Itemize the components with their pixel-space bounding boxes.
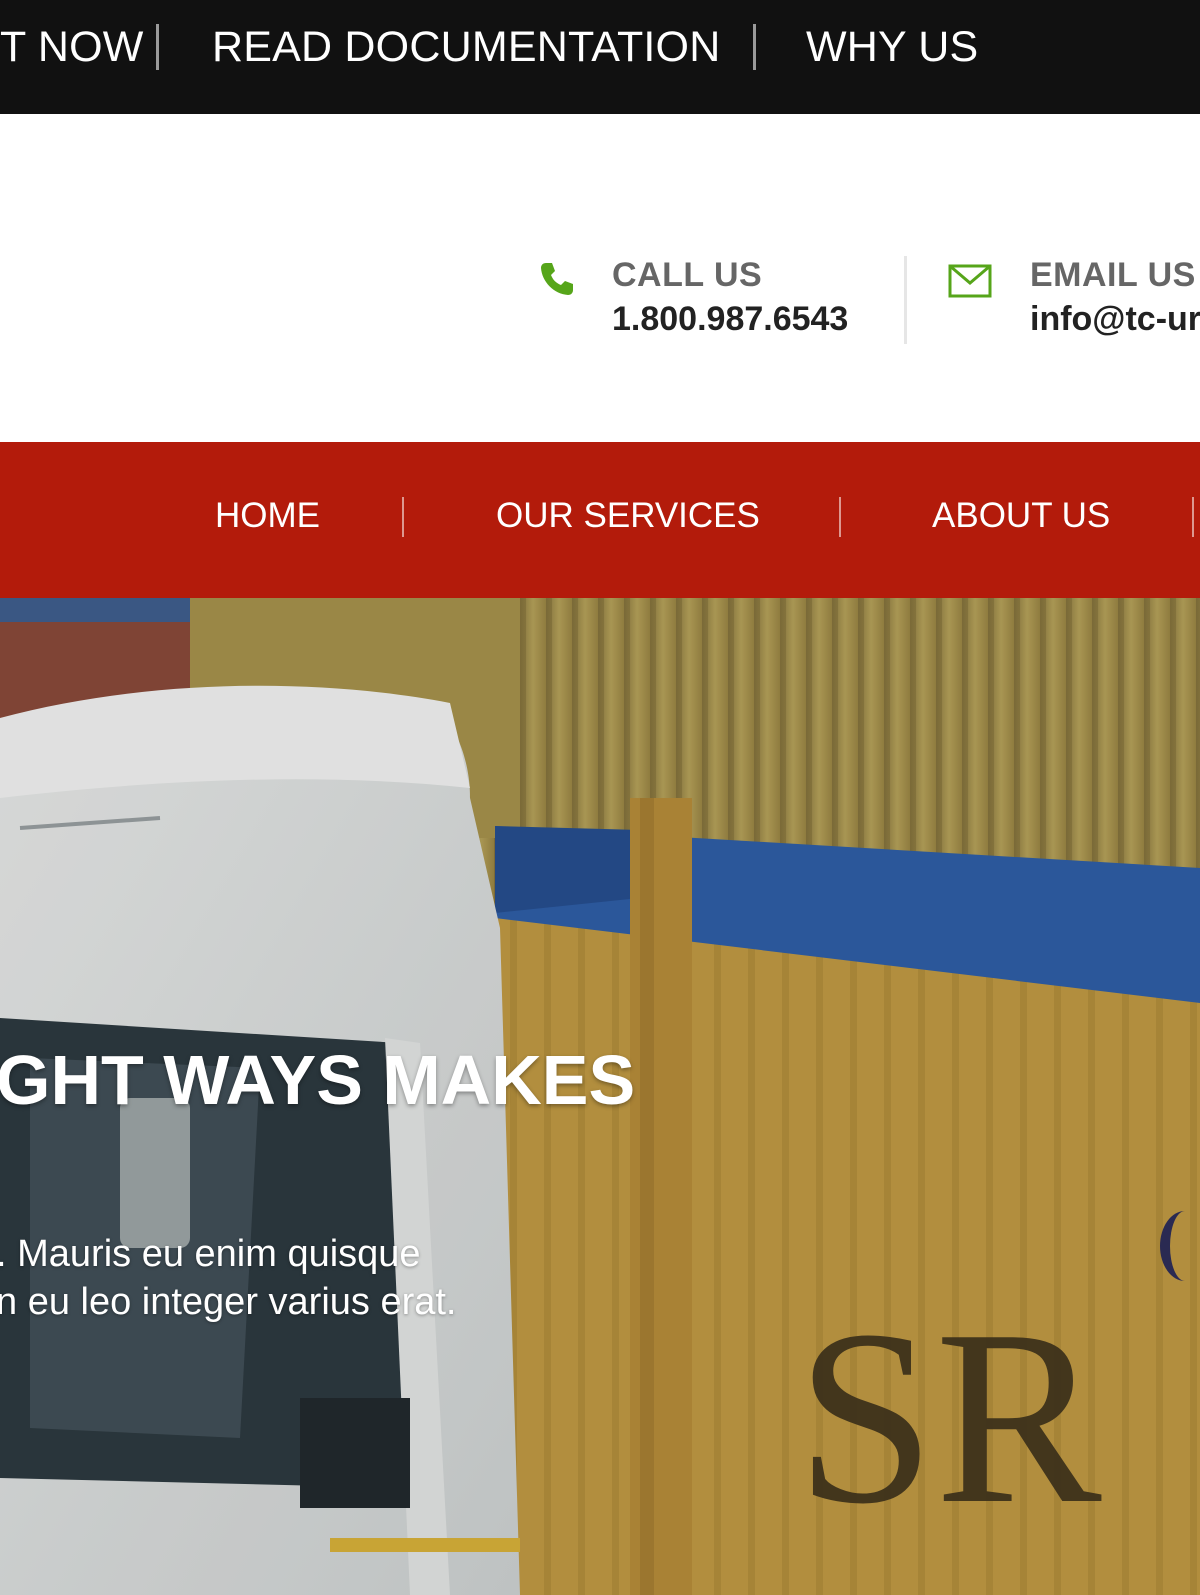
hero-text-line: n eu leo integer varius erat. (0, 1281, 457, 1323)
nav-our-services[interactable]: OUR SERVICES (496, 494, 760, 538)
nav-divider (1192, 497, 1194, 537)
nav-divider (402, 497, 404, 537)
main-navigation: HOME OUR SERVICES ABOUT US (0, 442, 1200, 598)
topbar-link-why-us[interactable]: WHY US (806, 22, 978, 72)
call-us-label: CALL US (612, 256, 763, 294)
site-header: CALL US 1.800.987.6543 EMAIL US info@tc-… (0, 114, 1200, 442)
topbar-divider (753, 24, 756, 70)
email-address[interactable]: info@tc-ur (1030, 300, 1200, 339)
phone-icon (537, 259, 577, 299)
topbar-divider (156, 24, 159, 70)
container-logo-sr: SR (796, 1279, 1102, 1556)
contact-divider (904, 256, 907, 344)
topbar-link-read-documentation[interactable]: READ DOCUMENTATION (212, 22, 720, 72)
topbar-link-buy-now[interactable]: T NOW (0, 22, 144, 72)
envelope-icon (948, 264, 992, 298)
nav-divider (839, 497, 841, 537)
hero-banner: GHT WAYS MAKES . Mauris eu enim quisque … (0, 598, 1200, 1595)
top-utility-bar: T NOW READ DOCUMENTATION WHY US (0, 0, 1200, 114)
nav-home[interactable]: HOME (215, 494, 320, 538)
nav-about-us[interactable]: ABOUT US (932, 494, 1110, 538)
call-us-number[interactable]: 1.800.987.6543 (612, 300, 848, 339)
hero-title: GHT WAYS MAKES (0, 1041, 636, 1119)
hero-text-line: . Mauris eu enim quisque (0, 1233, 421, 1275)
email-us-label: EMAIL US (1030, 256, 1196, 294)
